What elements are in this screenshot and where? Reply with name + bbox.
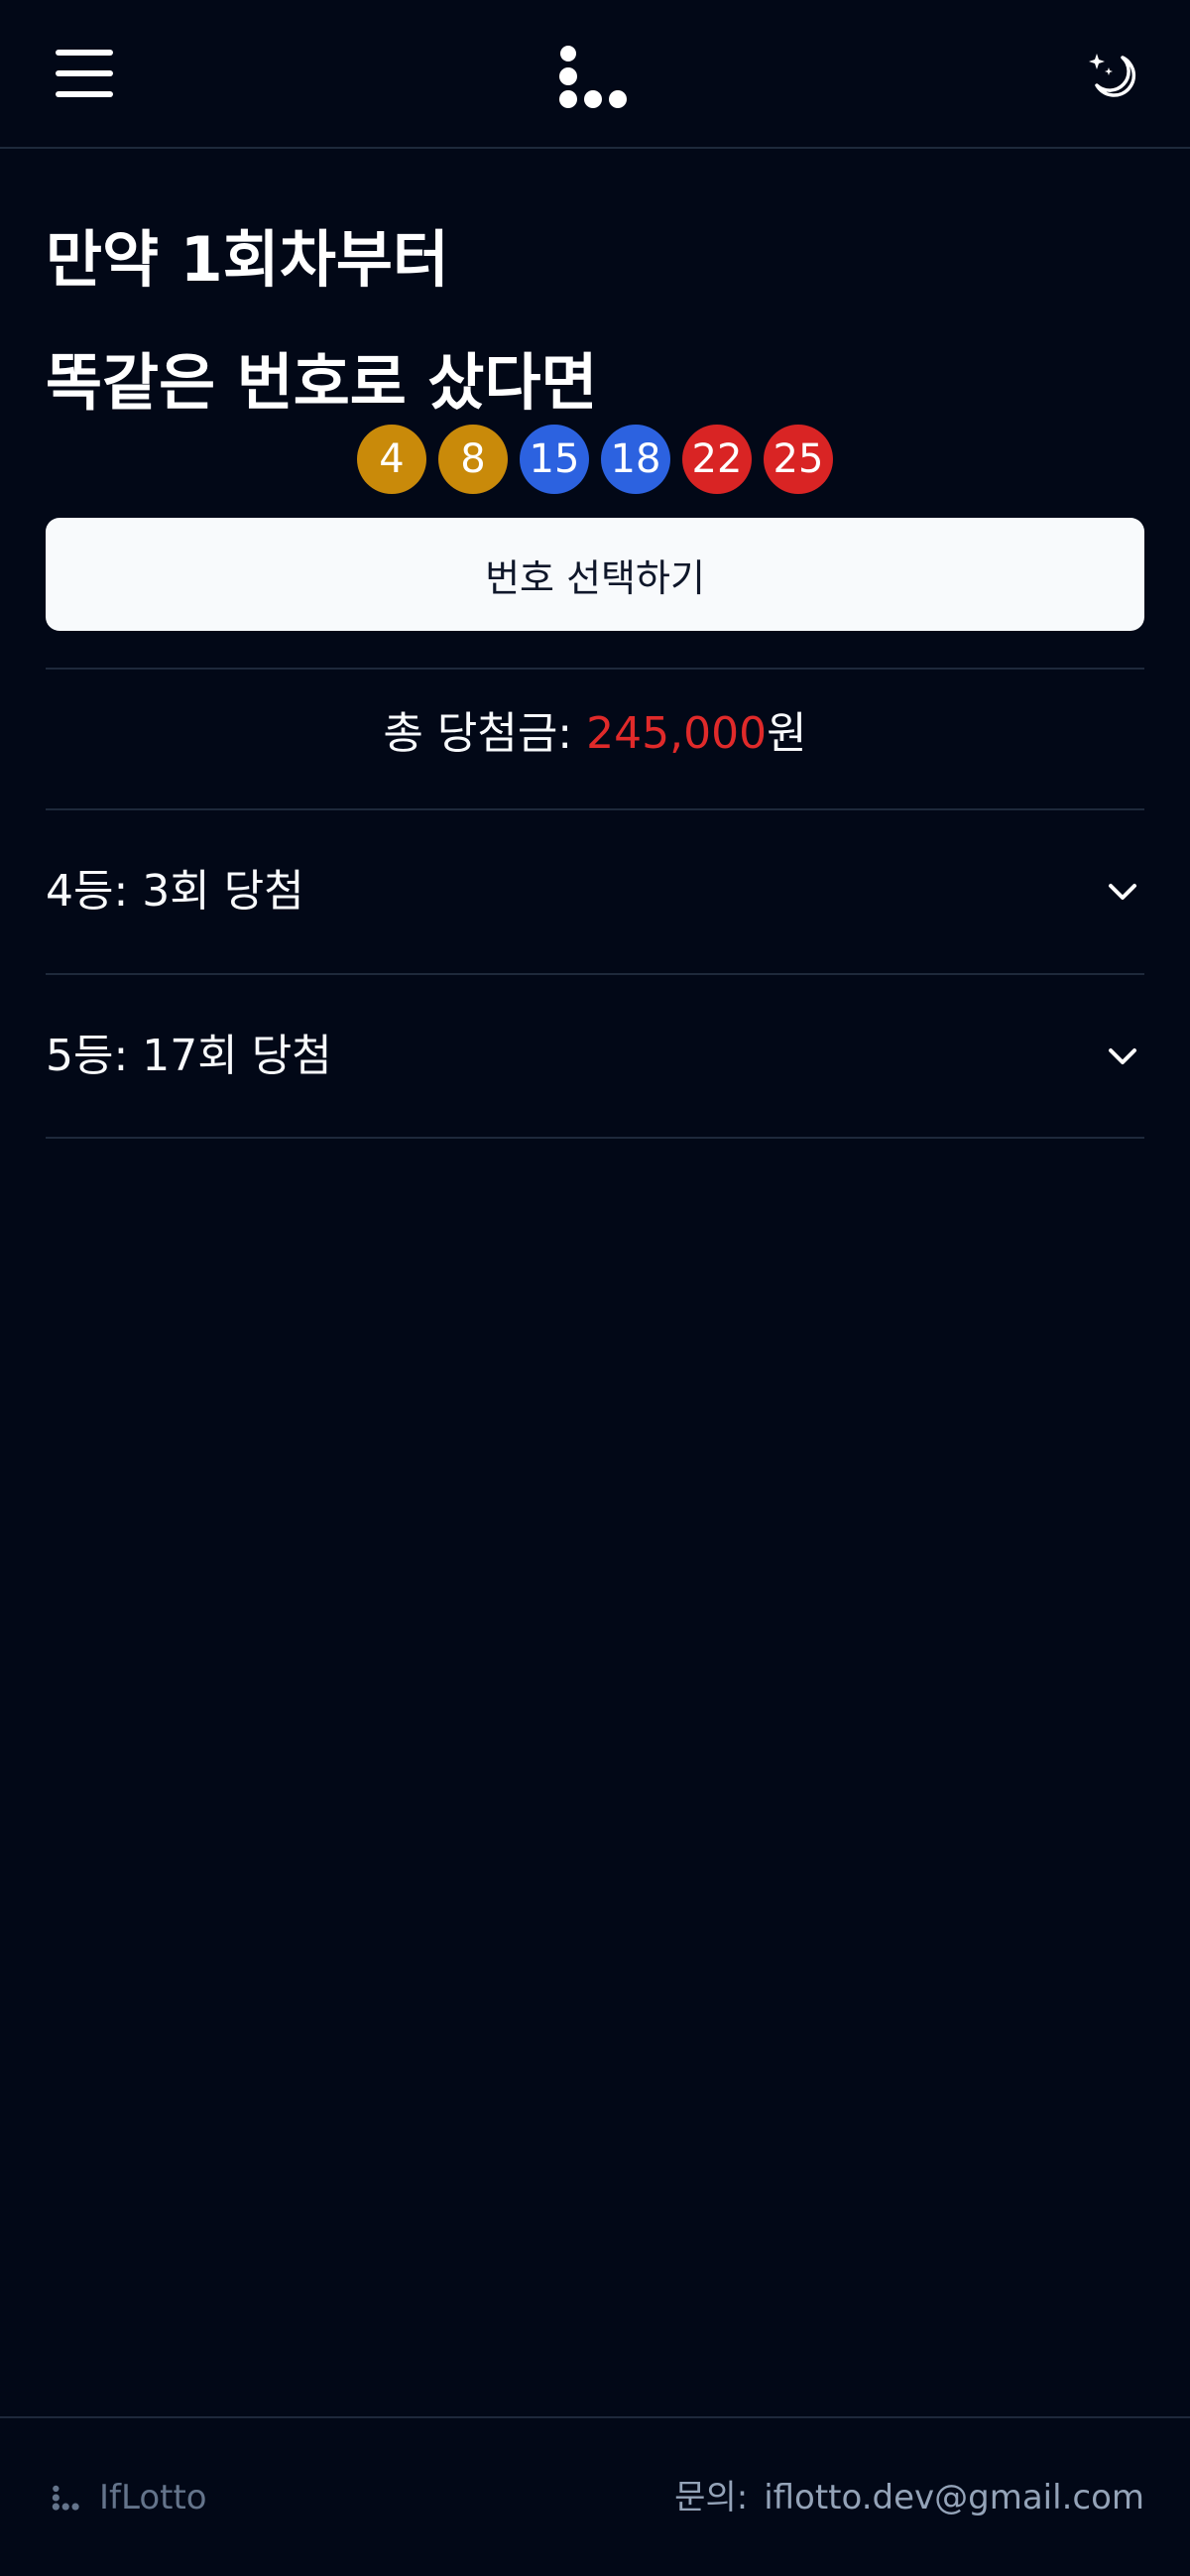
contact-email-link[interactable]: iflotto.dev@gmail.com [764, 2478, 1144, 2517]
lotto-ball: 25 [764, 425, 833, 494]
iflotto-logo-icon [52, 2485, 79, 2511]
chevron-down-icon [1109, 1048, 1136, 1064]
page-title-line-1: 만약 1회차부터 [46, 223, 449, 296]
footer-contact: 문의: iflotto.dev@gmail.com [674, 2478, 1144, 2517]
chevron-down-icon [1109, 884, 1136, 900]
divider [46, 668, 1144, 670]
result-label: 5등: 17회 당첨 [46, 1031, 332, 1081]
lotto-ball: 15 [520, 425, 589, 494]
lotto-ball: 22 [682, 425, 752, 494]
total-winnings-amount: 245,000 [586, 708, 768, 759]
result-row-rank-5[interactable]: 5등: 17회 당첨 [46, 975, 1144, 1138]
lotto-ball: 4 [357, 425, 426, 494]
total-winnings-label: 총 당첨금: [383, 708, 573, 759]
contact-label: 문의: [674, 2478, 749, 2517]
moon-stars-icon[interactable] [1083, 46, 1138, 101]
iflotto-logo-icon[interactable] [557, 44, 633, 109]
menu-button[interactable] [52, 44, 117, 103]
lotto-ball: 18 [601, 425, 670, 494]
total-winnings-unit: 원 [767, 708, 807, 759]
select-numbers-button[interactable]: 번호 선택하기 [46, 518, 1144, 631]
lotto-ball: 8 [438, 425, 508, 494]
divider [46, 1137, 1144, 1139]
footer-brand[interactable]: IfLotto [52, 2478, 207, 2517]
lotto-balls: 4 8 15 18 22 25 [0, 425, 1190, 494]
app-header [0, 0, 1190, 149]
total-winnings: 총 당첨금: 245,000원 [0, 694, 1190, 774]
footer-brand-name: IfLotto [99, 2478, 207, 2517]
app-footer: IfLotto 문의: iflotto.dev@gmail.com [0, 2416, 1190, 2576]
result-label: 4등: 3회 당첨 [46, 866, 304, 917]
page-title: 만약 1회차부터 똑같은 번호로 샀다면 [46, 198, 1136, 444]
result-row-rank-4[interactable]: 4등: 3회 당첨 [46, 810, 1144, 973]
